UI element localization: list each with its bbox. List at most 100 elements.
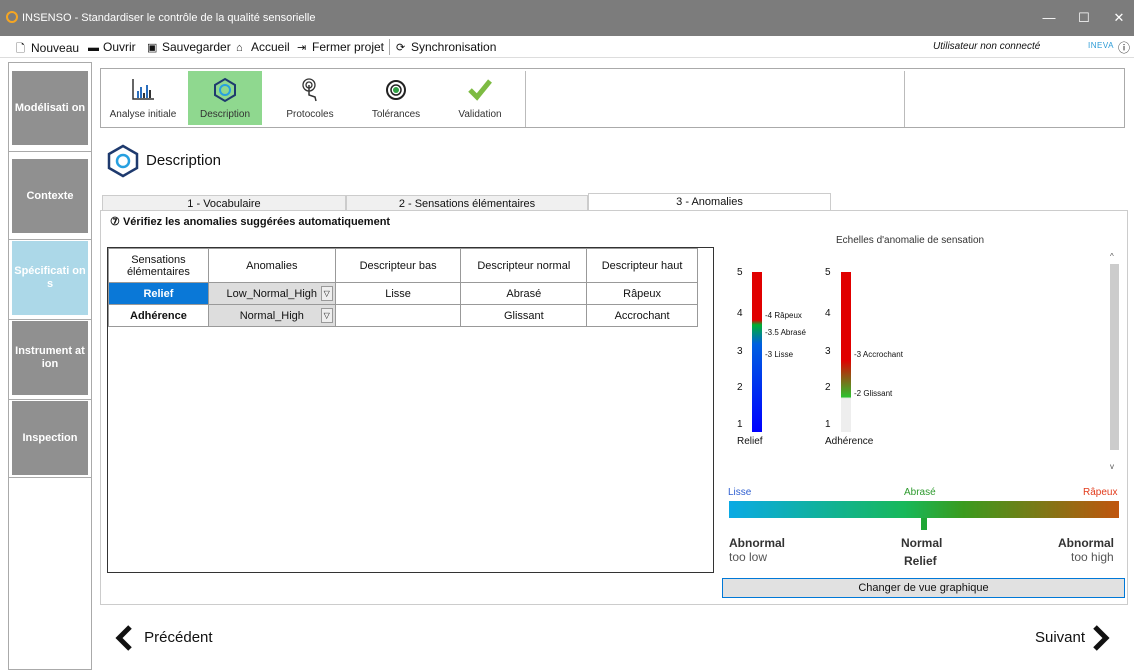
chart-icon: [104, 77, 182, 103]
sidebar-item-specifications[interactable]: Spécificati ons: [12, 241, 88, 315]
sidebar-divider: [9, 319, 91, 320]
touch-icon: [271, 77, 349, 103]
change-view-button[interactable]: Changer de vue graphique: [722, 578, 1125, 598]
scale-tick: 1: [737, 419, 743, 430]
scales-scrollbar[interactable]: ^ v: [1110, 252, 1119, 472]
sensation-cell[interactable]: Adhérence: [108, 304, 209, 327]
menu-home[interactable]: ⌂ Accueil: [236, 40, 290, 54]
relief-annotation: -3 Lisse: [765, 350, 794, 359]
scale-tick: 3: [825, 346, 831, 357]
step-analyse-initiale[interactable]: Analyse initiale: [104, 71, 182, 125]
step-divider: [525, 71, 526, 127]
chevron-down-icon[interactable]: ▽: [320, 308, 333, 323]
menu-save[interactable]: ▣ Sauvegarder: [147, 40, 231, 54]
table-row[interactable]: Relief Low_Normal_High ▽ Lisse Abrasé Râp…: [108, 282, 698, 305]
app-icon: [6, 11, 18, 23]
step-divider: [904, 71, 905, 127]
sensation-cell[interactable]: Relief: [108, 282, 209, 305]
column-header: Anomalies: [207, 248, 336, 283]
sync-icon: ⟳: [396, 42, 406, 54]
chevron-down-icon[interactable]: ▽: [320, 286, 333, 301]
previous-button[interactable]: Précédent: [112, 624, 213, 652]
step-bar: Analyse initiale Description Protocoles …: [100, 68, 1125, 128]
scales-title: Echelles d'anomalie de sensation: [836, 235, 985, 246]
gradient-low-label: Lisse: [728, 487, 752, 498]
descripteur-bas-cell[interactable]: [334, 304, 462, 327]
description-icon: [188, 77, 262, 103]
gradient-mid-label: Abrasé: [904, 487, 936, 498]
info-icon[interactable]: ⓘ: [1118, 39, 1130, 56]
value-marker: [921, 518, 927, 530]
descripteur-bas-cell[interactable]: Lisse: [334, 282, 462, 305]
sidebar-item-inspection[interactable]: Inspection: [12, 401, 88, 475]
page-heading: Description: [106, 144, 221, 178]
sidebar-divider: [9, 399, 91, 400]
scale-tick: 4: [825, 308, 831, 319]
abnormal-high-label: Abnormal: [1058, 536, 1115, 550]
adherence-scale-label: Adhérence: [825, 436, 874, 447]
step-label: Analyse initiale: [109, 109, 177, 120]
menu-separator: [389, 39, 390, 55]
menu-sync[interactable]: ⟳ Synchronisation: [396, 40, 496, 54]
adherence-scale-bar: [841, 272, 851, 432]
open-folder-icon: ▬: [88, 42, 99, 54]
sidebar-divider: [9, 151, 91, 152]
menu-new[interactable]: 🗋 Nouveau: [16, 40, 79, 59]
user-status: Utilisateur non connecté: [933, 41, 1041, 52]
target-icon: [357, 77, 435, 103]
window-title: INSENSO - Standardiser le contrôle de la…: [22, 12, 316, 24]
ineva-logo: INEVA: [1088, 41, 1114, 50]
chevron-right-icon: [1093, 625, 1110, 651]
maximize-icon[interactable]: ☐: [1069, 7, 1099, 29]
descripteur-haut-cell[interactable]: Râpeux: [586, 282, 698, 305]
sidebar-item-modelisation[interactable]: Modélisati on: [12, 71, 88, 145]
normal-sub: Relief: [904, 554, 937, 568]
descripteur-normal-cell[interactable]: Abrasé: [460, 282, 588, 305]
scale-tick: 4: [737, 308, 743, 319]
anomalie-combobox[interactable]: Normal_High ▽: [207, 304, 336, 327]
abnormal-low-sub: too low: [729, 550, 768, 564]
sidebar-item-instrumentation[interactable]: Instrument ation: [12, 321, 88, 395]
column-header: Descripteur haut: [586, 248, 698, 283]
column-header: Descripteur bas: [334, 248, 462, 283]
scale-tick: 5: [737, 267, 743, 278]
scroll-up-icon[interactable]: ^: [1110, 252, 1114, 261]
sidebar-item-contexte[interactable]: Contexte: [12, 159, 88, 233]
home-icon: ⌂: [236, 42, 243, 54]
relief-scale-label: Relief: [737, 436, 763, 447]
scrollbar-thumb[interactable]: [1110, 264, 1119, 450]
step-validation[interactable]: Validation: [441, 71, 519, 125]
next-button[interactable]: Suivant: [1035, 624, 1113, 652]
scale-tick: 2: [737, 382, 743, 393]
menu-open[interactable]: ▬ Ouvrir: [88, 40, 136, 54]
scroll-down-icon[interactable]: v: [1110, 462, 1114, 471]
relief-annotation: -3.5 Abrasé: [765, 328, 806, 337]
table-header-row: Sensations élémentaires Anomalies Descri…: [108, 248, 698, 283]
step-description[interactable]: Description: [188, 71, 262, 125]
adherence-annotation: -3 Accrochant: [854, 350, 903, 359]
new-file-icon: 🗋: [16, 43, 25, 55]
minimize-icon[interactable]: —: [1034, 7, 1064, 29]
table-row[interactable]: Adhérence Normal_High ▽ Glissant Accrocha…: [108, 304, 698, 327]
descripteur-haut-cell[interactable]: Accrochant: [586, 304, 698, 327]
step-label: Protocoles: [286, 109, 334, 120]
step-label: Tolérances: [371, 109, 421, 120]
anomaly-gradient-bar: [729, 501, 1119, 518]
menu-bar: 🗋 Nouveau ▬ Ouvrir ▣ Sauvegarder ⌂ Accueil ⇥…: [0, 36, 1134, 58]
column-header: Descripteur normal: [460, 248, 588, 283]
normal-label: Normal: [901, 536, 943, 550]
scale-tick: 1: [825, 419, 831, 430]
help-icon: ⑦: [110, 216, 120, 228]
scale-tick: 3: [737, 346, 743, 357]
instruction-text: ⑦ Vérifiez les anomalies suggérées autom…: [110, 216, 391, 228]
step-tolerances[interactable]: Tolérances: [357, 71, 435, 125]
descripteur-normal-cell[interactable]: Glissant: [460, 304, 588, 327]
close-icon[interactable]: ✕: [1104, 7, 1134, 29]
sidebar-divider: [9, 477, 91, 478]
sidebar-divider: [9, 239, 91, 240]
chevron-left-icon: [115, 625, 132, 651]
anomalie-combobox[interactable]: Low_Normal_High ▽: [207, 282, 336, 305]
menu-close-project[interactable]: ⇥ Fermer projet: [297, 40, 384, 54]
sidebar: Modélisati on Contexte Spécificati ons I…: [8, 62, 92, 670]
step-protocoles[interactable]: Protocoles: [271, 71, 349, 125]
